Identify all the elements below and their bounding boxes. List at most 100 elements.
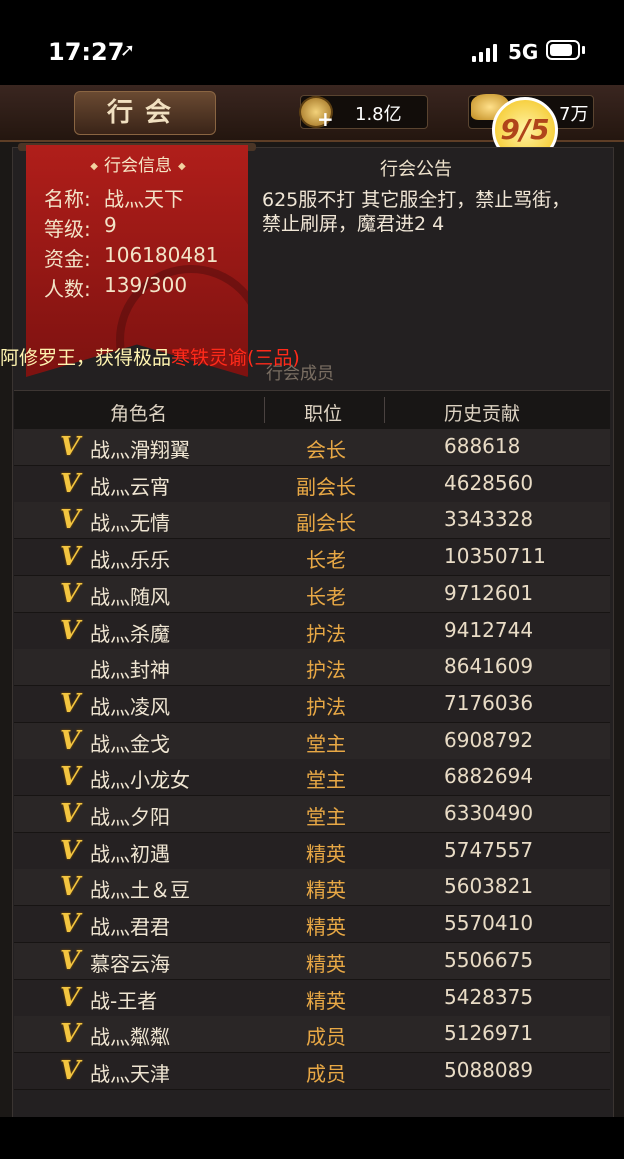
- table-row[interactable]: V 战灬杀魔 护法 9412744: [14, 612, 610, 650]
- member-contribution: 8641609: [444, 654, 534, 679]
- plus-icon[interactable]: +: [317, 109, 335, 129]
- member-contribution: 5428375: [444, 984, 534, 1009]
- member-contribution: 7176036: [444, 690, 534, 715]
- vip-icon: V: [60, 505, 81, 536]
- member-name: 战-王者: [90, 988, 158, 1013]
- member-name: 慕容云海: [90, 951, 170, 976]
- table-row[interactable]: V 战灬乐乐 长老 10350711: [14, 539, 610, 577]
- vip-icon: V: [60, 872, 81, 903]
- table-row[interactable]: V 战灬云宵 副会长 4628560: [14, 465, 610, 503]
- member-contribution: 10350711: [444, 544, 546, 569]
- member-contribution: 4628560: [444, 470, 534, 495]
- table-row[interactable]: V 战灬夕阳 堂主 6330490: [14, 796, 610, 833]
- member-name: 战灬乐乐: [90, 548, 170, 573]
- status-time: 17:27: [48, 38, 125, 66]
- header-separator: [384, 397, 385, 423]
- member-contribution: 6330490: [444, 801, 534, 825]
- vip-icon: V: [60, 615, 81, 646]
- table-row[interactable]: V 战-王者 精英 5428375: [14, 979, 610, 1017]
- member-role: 堂主: [306, 805, 346, 829]
- ticker-item: 寒铁灵谕(三品): [171, 347, 300, 369]
- member-contribution: 5088089: [444, 1057, 534, 1082]
- member-name: 战灬夕阳: [90, 805, 170, 829]
- info-value-members: 139/300: [104, 273, 188, 297]
- member-role: 长老: [306, 548, 346, 573]
- notice-title: 行会公告: [380, 159, 452, 180]
- table-row[interactable]: V 战灬土＆豆 精英 5603821: [14, 869, 610, 907]
- member-role: 护法: [306, 621, 346, 646]
- table-row[interactable]: V 战灬初遇 精英 5747557: [14, 832, 610, 870]
- table-row[interactable]: V 战灬天津 成员 5088089: [14, 1052, 610, 1090]
- member-name: 战灬随风: [90, 584, 170, 609]
- game-screen: 行会 + 1.8亿 7万 9/5 行会信息 名称: 战灬天下 等级: 9 资金:…: [0, 85, 624, 1117]
- info-label-level: 等级:: [44, 217, 91, 241]
- header-contribution[interactable]: 历史贡献: [444, 399, 520, 426]
- table-row[interactable]: V 战灬粼粼 成员 5126971: [14, 1016, 610, 1054]
- member-contribution: 6908792: [444, 727, 534, 752]
- ticker-text: 阿修罗王，获得极品: [0, 347, 172, 369]
- vip-icon: V: [60, 1055, 81, 1086]
- vip-icon: V: [60, 725, 81, 756]
- vip-icon: V: [60, 835, 81, 866]
- network-type: 5G: [508, 40, 539, 64]
- member-name: 战灬封神: [90, 658, 170, 683]
- vip-icon: V: [60, 578, 81, 609]
- member-contribution: 6882694: [444, 764, 534, 789]
- member-name: 战灬云宵: [90, 474, 170, 499]
- member-name: 战灬凌风: [90, 694, 170, 719]
- table-header: 角色名 职位 历史贡献: [14, 390, 610, 430]
- vip-icon: V: [60, 945, 81, 976]
- member-role: 精英: [306, 841, 346, 866]
- member-contribution: 9412744: [444, 617, 534, 642]
- header-name[interactable]: 角色名: [110, 399, 167, 426]
- vip-icon: V: [60, 432, 81, 462]
- table-row[interactable]: V 慕容云海 精英 5506675: [14, 942, 610, 980]
- member-contribution: 5570410: [444, 911, 534, 936]
- vip-icon: V: [60, 762, 81, 793]
- vip-icon: V: [60, 542, 81, 573]
- ingot-value: 7万: [559, 104, 589, 125]
- member-role: 成员: [306, 1061, 346, 1086]
- info-value-name: 战灬天下: [104, 187, 184, 211]
- member-role: 会长: [306, 438, 346, 462]
- table-row[interactable]: V 战灬金戈 堂主 6908792: [14, 722, 610, 760]
- member-role: 长老: [306, 584, 346, 609]
- info-label-name: 名称:: [44, 187, 91, 211]
- member-role: 护法: [306, 694, 346, 719]
- notice-text: 625服不打 其它服全打，禁止骂街，禁止刷屏，魔君进2 4: [262, 189, 571, 235]
- member-role: 精英: [306, 951, 346, 976]
- vip-icon: V: [60, 1019, 81, 1050]
- member-contribution: 5603821: [444, 874, 534, 899]
- member-contribution: 3343328: [444, 507, 534, 532]
- status-bar: 17:27 ➚ 5G: [0, 0, 624, 85]
- member-contribution: 688618: [444, 434, 521, 458]
- member-name: 战灬初遇: [90, 841, 170, 866]
- member-role: 堂主: [306, 768, 346, 793]
- member-role: 堂主: [306, 731, 346, 756]
- header-role[interactable]: 职位: [304, 399, 342, 426]
- info-label-members: 人数:: [44, 277, 91, 301]
- member-contribution: 9712601: [444, 580, 534, 605]
- member-contribution: 5506675: [444, 947, 534, 972]
- gold-counter[interactable]: + 1.8亿: [299, 95, 428, 129]
- table-row[interactable]: V 战灬君君 精英 5570410: [14, 906, 610, 944]
- table-row[interactable]: V 战灬随风 长老 9712601: [14, 575, 610, 613]
- vip-icon: V: [60, 468, 81, 499]
- top-bar: 行会 + 1.8亿 7万 9/5: [0, 85, 624, 163]
- member-name: 战灬粼粼: [90, 1025, 170, 1050]
- table-row[interactable]: V 战灬无情 副会长 3343328: [14, 502, 610, 540]
- table-row[interactable]: V 战灬小龙女 堂主 6882694: [14, 759, 610, 797]
- vip-icon: V: [60, 982, 81, 1013]
- member-name: 战灬滑翔翼: [90, 438, 190, 462]
- member-role: 护法: [306, 658, 346, 683]
- page-title: 行会: [74, 91, 216, 135]
- member-contribution: 5747557: [444, 837, 534, 862]
- table-row[interactable]: 战灬封神 护法 8641609: [14, 649, 610, 687]
- table-row[interactable]: V 战灬滑翔翼 会长 688618: [14, 429, 610, 466]
- info-value-funds: 106180481: [104, 243, 219, 267]
- info-value-level: 9: [104, 213, 117, 237]
- location-arrow-icon: ➚: [120, 40, 136, 61]
- table-row[interactable]: V 战灬凌风 护法 7176036: [14, 685, 610, 723]
- member-contribution: 5126971: [444, 1021, 534, 1046]
- member-role: 副会长: [296, 474, 356, 499]
